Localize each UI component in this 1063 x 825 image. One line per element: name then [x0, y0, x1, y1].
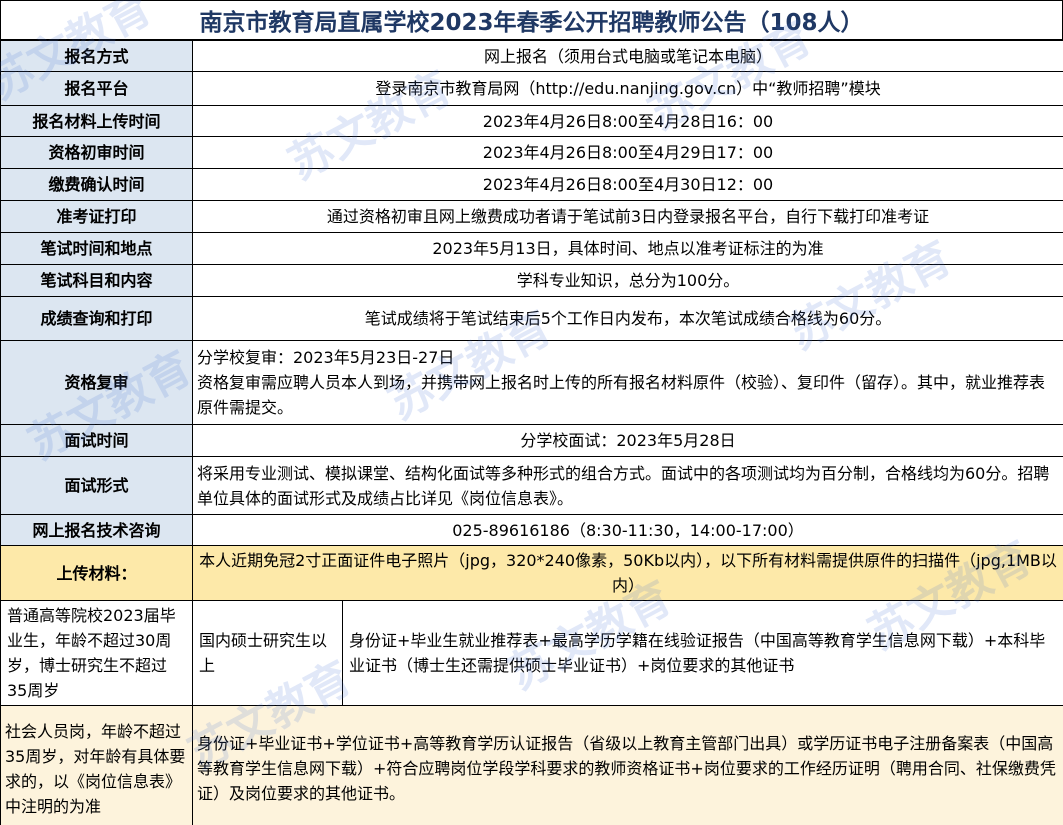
row-value: 2023年5月13日，具体时间、地点以准考证标注的为准 — [191, 232, 1063, 265]
row-label: 报名平台 — [0, 71, 193, 106]
table-row: 报名方式 网上报名（须用台式电脑或笔记本电脑） — [0, 40, 1063, 72]
upload-label: 上传材料： — [0, 545, 193, 601]
table-row: 面试时间 分学校面试：2023年5月28日 — [0, 424, 1063, 457]
table-row: 缴费确认时间 2023年4月26日8:00至4月30日12：00 — [0, 168, 1063, 201]
row-label: 报名方式 — [0, 40, 193, 72]
social-materials: 身份证+毕业证书+学位证书+高等教育学历认证报告（省级以上教育主管部门出具）或学… — [191, 705, 1063, 825]
row-label: 缴费确认时间 — [0, 168, 193, 201]
row-value: 025-89616186（8:30-11:30，14:00-17:00） — [191, 514, 1063, 546]
row-label: 资格初审时间 — [0, 136, 193, 169]
row-label: 面试时间 — [0, 424, 193, 457]
table-row: 准考证打印 通过资格初审且网上缴费成功者请于笔试前3日内登录报名平台，自行下载打… — [0, 200, 1063, 233]
table-row: 成绩查询和打印 笔试成绩将于笔试结束后5个工作日内发布，本次笔试成绩合格线为60… — [0, 296, 1063, 341]
graduates-row: 普通高等院校2023届毕业生，年龄不超过30周岁，博士研究生不超过35周岁 国内… — [0, 600, 1063, 706]
notice-table: 报名方式 网上报名（须用台式电脑或笔记本电脑） 报名平台 登录南京市教育局网（h… — [0, 40, 1063, 825]
row-value: 学科专业知识，总分为100分。 — [191, 264, 1063, 297]
upload-row: 上传材料： 本人近期免冠2寸正面证件电子照片（jpg，320*240像素，50K… — [0, 545, 1063, 601]
table-row: 网上报名技术咨询 025-89616186（8:30-11:30，14:00-1… — [0, 514, 1063, 546]
social-row: 社会人员岗，年龄不超过35周岁，对年龄有具体要求的，以《岗位信息表》中注明的为准… — [0, 705, 1063, 825]
row-value: 2023年4月26日8:00至4月28日16：00 — [191, 105, 1063, 137]
row-label: 报名材料上传时间 — [0, 105, 193, 137]
row-value: 登录南京市教育局网（http://edu.nanjing.gov.cn）中“教师… — [191, 71, 1063, 106]
table-row: 资格复审 分学校复审：2023年5月23日-27日 资格复审需应聘人员本人到场，… — [0, 340, 1063, 425]
row-label: 准考证打印 — [0, 200, 193, 233]
table-row: 资格初审时间 2023年4月26日8:00至4月29日17：00 — [0, 136, 1063, 169]
social-category: 社会人员岗，年龄不超过35周岁，对年龄有具体要求的，以《岗位信息表》中注明的为准 — [0, 705, 193, 825]
row-value: 分学校面试：2023年5月28日 — [191, 424, 1063, 457]
row-value: 分学校复审：2023年5月23日-27日 资格复审需应聘人员本人到场，并携带网上… — [191, 340, 1063, 425]
row-value: 2023年4月26日8:00至4月29日17：00 — [191, 136, 1063, 169]
row-value: 网上报名（须用台式电脑或笔记本电脑） — [191, 40, 1063, 72]
row-value: 2023年4月26日8:00至4月30日12：00 — [191, 168, 1063, 201]
table-row: 笔试时间和地点 2023年5月13日，具体时间、地点以准考证标注的为准 — [0, 232, 1063, 265]
graduates-materials: 身份证+毕业生就业推荐表+最高学历学籍在线验证报告（中国高等教育学生信息网下载）… — [341, 600, 1063, 706]
row-label: 面试形式 — [0, 456, 193, 515]
row-label: 资格复审 — [0, 340, 193, 425]
row-label: 笔试科目和内容 — [0, 264, 193, 297]
row-value: 将采用专业测试、模拟课堂、结构化面试等多种形式的组合方式。面试中的各项测试均为百… — [191, 456, 1063, 515]
review-requirements: 资格复审需应聘人员本人到场，并携带网上报名时上传的所有报名材料原件（校验）、复印… — [197, 373, 1046, 417]
upload-requirements: 本人近期免冠2寸正面证件电子照片（jpg，320*240像素，50Kb以内），以… — [191, 545, 1063, 601]
row-label: 网上报名技术咨询 — [0, 514, 193, 546]
page-title: 南京市教育局直属学校2023年春季公开招聘教师公告（108人） — [0, 0, 1063, 40]
row-label: 笔试时间和地点 — [0, 232, 193, 265]
table-row: 报名平台 登录南京市教育局网（http://edu.nanjing.gov.cn… — [0, 71, 1063, 106]
row-label: 成绩查询和打印 — [0, 296, 193, 341]
table-row: 笔试科目和内容 学科专业知识，总分为100分。 — [0, 264, 1063, 297]
review-schedule: 分学校复审：2023年5月23日-27日 — [197, 348, 455, 367]
table-row: 面试形式 将采用专业测试、模拟课堂、结构化面试等多种形式的组合方式。面试中的各项… — [0, 456, 1063, 515]
row-value: 笔试成绩将于笔试结束后5个工作日内发布，本次笔试成绩合格线为60分。 — [191, 296, 1063, 341]
row-value: 通过资格初审且网上缴费成功者请于笔试前3日内登录报名平台，自行下载打印准考证 — [191, 200, 1063, 233]
graduates-category: 普通高等院校2023届毕业生，年龄不超过30周岁，博士研究生不超过35周岁 — [0, 600, 193, 706]
graduates-level: 国内硕士研究生以上 — [192, 600, 343, 706]
table-row: 报名材料上传时间 2023年4月26日8:00至4月28日16：00 — [0, 105, 1063, 137]
